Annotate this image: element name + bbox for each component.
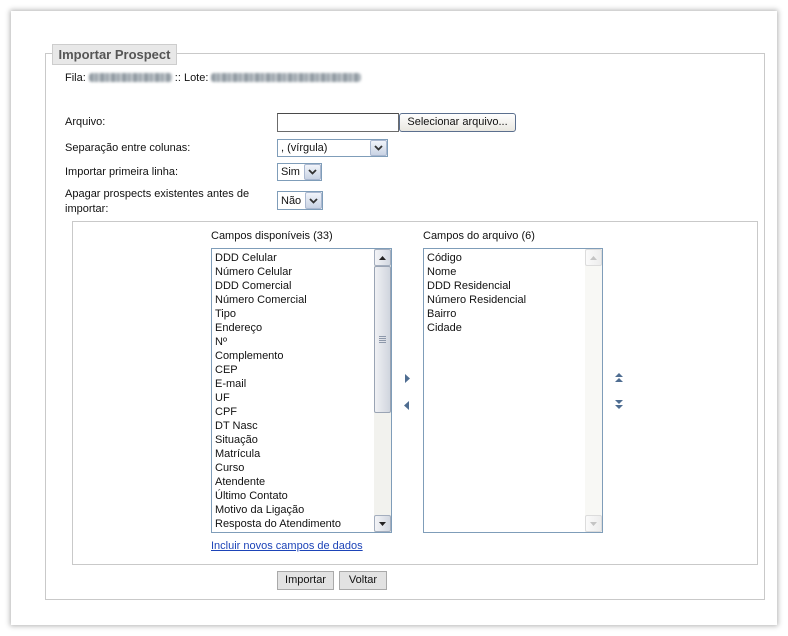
scroll-up-button (585, 249, 602, 266)
available-fields-scrollbar[interactable] (374, 249, 391, 532)
scroll-up-button[interactable] (374, 249, 391, 266)
file-path-input[interactable] (277, 113, 399, 132)
import-button[interactable]: Importar (277, 571, 334, 590)
available-fields-items: DDD Celular Número Celular DDD Comercial… (212, 249, 374, 531)
available-fields-title: Campos disponíveis (33) (211, 230, 333, 242)
scroll-up-arrow-icon (379, 255, 386, 260)
fila-label: Fila: (65, 71, 86, 84)
lote-label: :: Lote: (174, 71, 209, 84)
file-fields-title: Campos do arquivo (6) (423, 230, 535, 242)
fieldset-legend: Importar Prospect (52, 44, 177, 65)
file-fields-items: Código Nome DDD Residencial Número Resid… (424, 249, 585, 335)
available-field-option[interactable]: Nº (215, 335, 374, 349)
add-field-arrow-icon[interactable] (404, 374, 411, 383)
available-field-option[interactable]: UF (215, 391, 374, 405)
lote-value-redacted (211, 73, 362, 82)
arquivo-label: Arquivo: (65, 116, 106, 128)
scroll-down-arrow-icon (379, 521, 386, 526)
select-file-button[interactable]: Selecionar arquivo... (399, 113, 516, 132)
back-button[interactable]: Voltar (339, 571, 387, 590)
delete-existing-select[interactable]: Não (277, 191, 323, 210)
delete-existing-select-value: Não (281, 195, 302, 207)
batch-info: Fila: :: Lote: (65, 70, 362, 85)
file-fields-scrollbar (585, 249, 602, 532)
available-field-option[interactable]: E-mail (215, 377, 374, 391)
separator-dropdown-button[interactable] (370, 140, 387, 156)
move-up-double-arrow-icon[interactable] (614, 372, 624, 383)
first-line-select-value: Sim (281, 166, 300, 178)
available-field-option[interactable]: Último Contato (215, 489, 374, 503)
chevron-down-icon (308, 169, 317, 175)
scroll-up-arrow-icon (590, 255, 597, 260)
field-mapping-box (72, 221, 758, 565)
scrollbar-thumb[interactable] (374, 266, 391, 413)
available-field-option[interactable]: CPF (215, 405, 374, 419)
available-field-option[interactable]: Número Celular (215, 265, 374, 279)
available-field-option[interactable]: Complemento (215, 349, 374, 363)
available-field-option[interactable]: Curso (215, 461, 374, 475)
file-fields-listbox[interactable]: Código Nome DDD Residencial Número Resid… (423, 248, 603, 533)
separator-select[interactable]: , (vírgula) (277, 139, 388, 157)
scroll-down-arrow-icon (590, 521, 597, 526)
available-field-option[interactable]: CEP (215, 363, 374, 377)
first-line-dropdown-button[interactable] (304, 164, 321, 180)
first-line-select[interactable]: Sim (277, 163, 322, 181)
file-field-option[interactable]: Número Residencial (427, 293, 585, 307)
available-field-option[interactable]: Endereço (215, 321, 374, 335)
file-field-option[interactable]: Código (427, 251, 585, 265)
fila-value-redacted (88, 73, 172, 82)
available-field-option[interactable]: Matrícula (215, 447, 374, 461)
chevron-down-icon (374, 145, 383, 151)
available-field-option[interactable]: Número Comercial (215, 293, 374, 307)
move-down-double-arrow-icon[interactable] (614, 399, 624, 410)
add-data-fields-link[interactable]: Incluir novos campos de dados (211, 539, 363, 553)
scroll-down-button[interactable] (374, 515, 391, 532)
apagar-label: Apagar prospects existentes antes de imp… (65, 188, 250, 215)
available-field-option[interactable]: Resposta do Atendimento (215, 517, 374, 531)
available-field-option[interactable]: DT Nasc (215, 419, 374, 433)
available-field-option[interactable]: DDD Celular (215, 251, 374, 265)
file-field-option[interactable]: DDD Residencial (427, 279, 585, 293)
remove-field-arrow-icon[interactable] (403, 401, 410, 410)
separator-select-value: , (vírgula) (281, 142, 328, 154)
available-field-option[interactable]: Atendente (215, 475, 374, 489)
available-field-option[interactable]: Tipo (215, 307, 374, 321)
primeira-linha-label: Importar primeira linha: (65, 166, 179, 178)
available-fields-listbox[interactable]: DDD Celular Número Celular DDD Comercial… (211, 248, 392, 533)
file-field-option[interactable]: Bairro (427, 307, 585, 321)
available-field-option[interactable]: Situação (215, 433, 374, 447)
file-field-option[interactable]: Nome (427, 265, 585, 279)
scrollbar-grip-icon (379, 335, 386, 343)
available-field-option[interactable]: Motivo da Ligação (215, 503, 374, 517)
chevron-down-icon (309, 197, 318, 204)
scroll-down-button (585, 515, 602, 532)
available-field-option[interactable]: DDD Comercial (215, 279, 374, 293)
delete-existing-dropdown-button[interactable] (305, 192, 322, 209)
separacao-label: Separação entre colunas: (65, 142, 191, 154)
file-field-option[interactable]: Cidade (427, 321, 585, 335)
